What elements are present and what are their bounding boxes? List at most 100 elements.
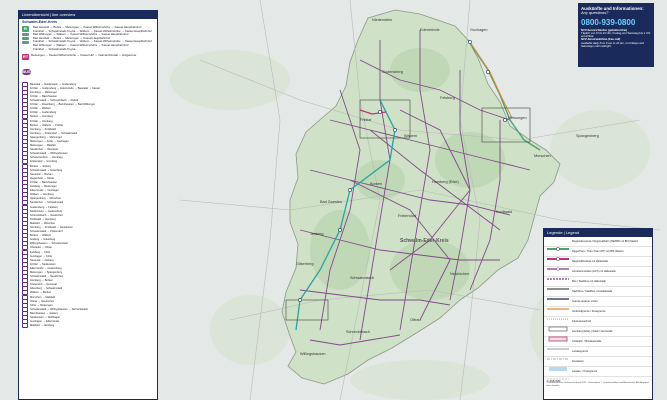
legend-text: Landes- / Kreisgrenze xyxy=(572,370,598,373)
bus-line-route: Malsfeld → Morschen xyxy=(30,221,56,225)
map-label-wabern: Wabern xyxy=(404,134,418,138)
legend-text: Nachtbus / Stadtbus mit Haltestelle xyxy=(572,290,613,293)
bus-line-route: Melsungen → Malsfeld xyxy=(30,144,57,148)
legend-text: RegioTram / Tram-Train (RT) mit Bhf./Sta… xyxy=(572,250,624,253)
legend-text: Autobahn / Bundesstraße xyxy=(572,340,602,343)
legend-row: Autobahn / Bundesstraße xyxy=(544,337,652,350)
service-phone[interactable]: 0800-939-0800 xyxy=(581,18,651,27)
map-label-spangenberg: Spangenberg xyxy=(576,134,599,138)
bus-line-row[interactable]: Malsfeld → Homberg xyxy=(19,323,157,329)
legend-symbol-alt xyxy=(547,279,569,289)
rt-row[interactable]: Melsungen → Kassel-Wilhelmshöhe → Kassel… xyxy=(31,54,154,60)
bus-line-route: Morschen → Malsfeld xyxy=(30,295,56,299)
map-label-homberg: Homberg (Efze) xyxy=(432,180,459,184)
bus-line-route: Wabern → Homberg xyxy=(30,193,54,197)
copyright-footer: © Nordhessischer VerkehrsVerbund 2023 - … xyxy=(546,382,649,387)
legend-text: Gewässer xyxy=(572,360,584,363)
bus-line-route: Neukirchen → Schwalmstadt xyxy=(30,201,64,205)
map-label-edermunde: Edermünde xyxy=(420,28,440,32)
rail-row[interactable]: Frankfurt → Schwalmstadt-Treysa xyxy=(33,48,154,52)
bus-badge: BUS xyxy=(22,68,31,75)
legend-row: Nachtbus / Stadtbus mit Haltestelle xyxy=(544,287,652,300)
bus-section-header: BUS xyxy=(19,62,157,82)
bus-line-route: Fritzlar → Wabern xyxy=(30,107,51,111)
legend-row: Anrufsammeltaxi (AST) mit Haltestelle xyxy=(544,267,652,280)
map-label-guxhagen: Guxhagen xyxy=(470,28,488,32)
map-label-schrecksbach: Schrecksbach xyxy=(346,330,370,334)
legend-text: Kartenausschnitt xyxy=(572,320,592,323)
bus-line-route: Neuental → Jesberg xyxy=(30,258,54,262)
legend-text: Verbundgrenze / Kreisgrenze xyxy=(572,310,606,313)
legend-symbol-ast xyxy=(547,269,569,280)
bus-line-route: Gudensberg → Felsberg xyxy=(30,205,59,209)
bus-line-route: Frielendorf → Neuental xyxy=(30,283,57,287)
legend-row: Grenze anderer Linien xyxy=(544,297,652,310)
rail-badge-3 xyxy=(22,37,29,40)
bus-line-route: Baunatal → Niedenstein → Gudensberg xyxy=(30,82,77,86)
bus-line-route: Fritzlar → Gudensberg → Edermünde → Baun… xyxy=(30,86,100,90)
map-label-county: Schwalm-Eder-Kreis xyxy=(400,238,449,244)
legend-row: Regionalbuslinie mit Haltestelle xyxy=(544,257,652,271)
bus-line-route: Borken → Wabern → Fritzlar xyxy=(30,123,64,127)
map-label-niedenstein: Niedenstein xyxy=(372,18,393,22)
legend-symbol-forest xyxy=(547,349,569,359)
bus-line-route: Schwalmstadt → Willingshausen → Schrecks… xyxy=(30,307,88,311)
bus-line-route: Wabern → Borken xyxy=(30,291,52,295)
legend-symbol-city xyxy=(547,329,569,341)
legend-rows: Regionalexpress / Regionalbahn (RE/RB) m… xyxy=(544,237,652,379)
rail-badge-2 xyxy=(22,33,29,36)
legend-row: Landesgrenze xyxy=(544,347,652,359)
map-label-jesberg: Jesberg xyxy=(310,232,324,236)
legend-row: Landes- / Kreisgrenze xyxy=(544,367,652,379)
legend-symbol-border xyxy=(547,299,569,310)
bus-line-route: Edermünde → Guxhagen xyxy=(30,189,60,193)
bus-line-route: Spangenberg → Melsungen xyxy=(30,135,63,139)
legend-row: RegioTram / Tram-Train (RT) mit Bhf./Sta… xyxy=(544,247,652,261)
bus-line-route: Neukirchen → Oberaula xyxy=(30,148,58,152)
info-small-4: Available daily from 6 am to 10 pm, on F… xyxy=(581,40,644,49)
legend-row: Bus / Stadtbus mit Haltestelle xyxy=(544,277,652,289)
bus-line-number-badge xyxy=(22,323,28,329)
map-label-gilserberg: Gilserberg xyxy=(296,262,314,266)
bus-line-route: Fritzlar → Niedenstein xyxy=(30,262,56,266)
bus-line-route: Fritzlar → Gudensberg xyxy=(30,111,57,115)
rail-r-badge: R xyxy=(22,26,29,32)
legend-text: Regionalexpress / Regionalbahn (RE/RB) m… xyxy=(572,240,639,243)
map-label-borken: Borken xyxy=(370,182,383,186)
map-label-neukirchen: Neukirchen xyxy=(450,272,470,276)
bus-line-route: Neuental → Borken xyxy=(30,172,53,176)
bus-line-route: Niedenstein → Gudensberg xyxy=(30,209,63,213)
rt-section: RT Melsungen → Kassel-Wilhelmshöhe → Kas… xyxy=(19,52,157,62)
legend-row: Verbundgrenze / Kreisgrenze xyxy=(544,307,652,319)
legend-symbol-rb xyxy=(547,239,569,251)
info-title-en: Any questions? xyxy=(581,10,609,15)
bus-line-route: Malsfeld → Homberg xyxy=(30,324,55,328)
bus-line-route: Fritzlar → Homberg xyxy=(30,119,53,123)
map-label-morschen: Morschen xyxy=(534,154,551,158)
bus-line-route: Fritzlar → Bad Zwesten xyxy=(30,180,58,184)
bus-line-route: Homberg → Knüllwald xyxy=(30,127,56,131)
legend-row: Homberg (Efze) | Stadt / Gemeinde xyxy=(544,327,652,341)
bus-line-route: Ziegenhain → Ottrau xyxy=(30,176,55,180)
legend-row: Regionalexpress / Regionalbahn (RE/RB) m… xyxy=(544,237,652,251)
legend-symbol-road xyxy=(547,339,569,350)
bus-line-route: Knüllwald → Homberg xyxy=(30,217,56,221)
rail-badge-4 xyxy=(22,41,29,44)
bus-line-route: Borken → Wabern xyxy=(30,234,52,238)
map-label-knullwald: Knüllwald xyxy=(496,210,513,214)
legend-text: Homberg (Efze) | Stadt / Gemeinde xyxy=(572,330,613,333)
bus-line-route: Schrecksbach → Neukirchen xyxy=(30,213,64,217)
bus-line-route: Niedenstein → Wolfhagen xyxy=(30,316,61,320)
map-label-melsungen: Melsungen xyxy=(508,116,527,120)
bus-line-route: Gilserberg → Schwalmstadt xyxy=(30,287,63,291)
legend-header: Legende | Legend xyxy=(544,229,652,237)
bus-line-route: Melsungen → Körle → Guxhagen xyxy=(30,140,69,144)
bus-line-route: Homberg → Borken xyxy=(30,279,53,283)
info-box: Auskünfte und Informationen: Any questio… xyxy=(578,3,654,67)
bus-line-route: Schwalmstadt → Frielendorf xyxy=(30,230,63,234)
bus-line-route: Willingshausen → Schwalmstadt xyxy=(30,242,68,246)
rail-section: R Bad Hersfeld → Bebra → Melsungen → Kas… xyxy=(19,25,157,52)
bus-line-route: Schwalmstadt → Neukirchen xyxy=(30,275,64,279)
bus-line-route: Fritzlar → Bad Zwesten xyxy=(30,94,58,98)
map-label-bad-zwesten: Bad Zwesten xyxy=(320,200,343,204)
